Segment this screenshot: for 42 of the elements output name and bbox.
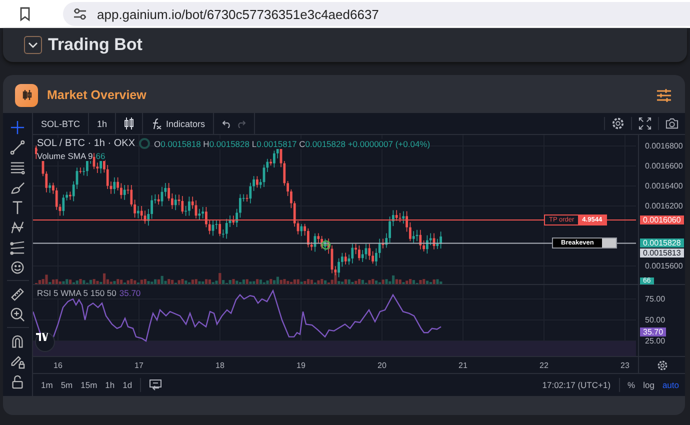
price-axis-label: 0.0016600 (645, 162, 683, 170)
rsi-title: RSI 5 WMA 5 150 50 (37, 288, 116, 298)
timeframe-button[interactable]: 15m (80, 380, 98, 390)
last-price-badge: 0.0015828 (640, 238, 684, 248)
date-label: 16 (54, 361, 62, 370)
volume-value: 66 (96, 151, 106, 161)
date-label: 19 (296, 361, 306, 370)
scale-option[interactable]: % (628, 380, 636, 390)
volume-label: Volume SMA 9 (37, 151, 93, 161)
rsi-axis-label: 75.00 (645, 294, 666, 304)
scale-option[interactable]: auto (662, 380, 679, 390)
date-label: 21 (458, 361, 468, 370)
date-label: 22 (540, 361, 548, 370)
price-axis-label: 0.0015600 (645, 262, 683, 270)
price-axis-label: 0.0016800 (645, 142, 683, 150)
symbol-label[interactable]: SOL-BTC (33, 113, 90, 134)
clock-text: 17:02:17 (UTC+1) (542, 380, 611, 390)
symbol-title: SOL / BTC · 1h · OKX (37, 138, 135, 149)
interval-button[interactable]: 1h (89, 113, 116, 134)
address-bar[interactable]: app.gainium.io/bot/6730c57736351e3c4aed6637 (63, 2, 690, 26)
tp-price-badge: 0.0016060 (640, 216, 684, 224)
scale-option[interactable]: log (643, 380, 654, 390)
rsi-axis-label: 25.00 (645, 336, 666, 346)
timeframe-button[interactable]: 1h (105, 380, 115, 390)
indicators-button[interactable]: Indicators (143, 113, 214, 134)
breakeven-price-badge: 0.0015813 (640, 248, 684, 258)
date-label: 20 (378, 361, 386, 370)
timeframe-button[interactable]: 5m (60, 380, 73, 390)
rsi-value-badge: 35.70 (640, 328, 666, 336)
timeframe-button[interactable]: 1d (122, 380, 132, 390)
url-text: app.gainium.io/bot/6730c57736351e3c4aed6637 (97, 6, 379, 22)
price-axis-label: 0.0016200 (645, 202, 683, 210)
price-axis-label: 0.0016400 (645, 182, 683, 190)
rsi-value: 35.70 (119, 288, 141, 298)
date-label: 17 (134, 361, 144, 370)
card-title: Market Overview (47, 88, 148, 102)
rsi-axis-label: 50.00 (645, 316, 666, 324)
date-label: 18 (216, 361, 224, 370)
ohlc-values: O0.0015818 H0.0015828 L0.0015817 C0.0015828 +0.0000007 (+0.04%) (154, 138, 430, 148)
timeframe-button[interactable]: 1m (41, 380, 53, 390)
page-title: Trading Bot (48, 35, 142, 55)
date-label: 23 (620, 361, 630, 370)
